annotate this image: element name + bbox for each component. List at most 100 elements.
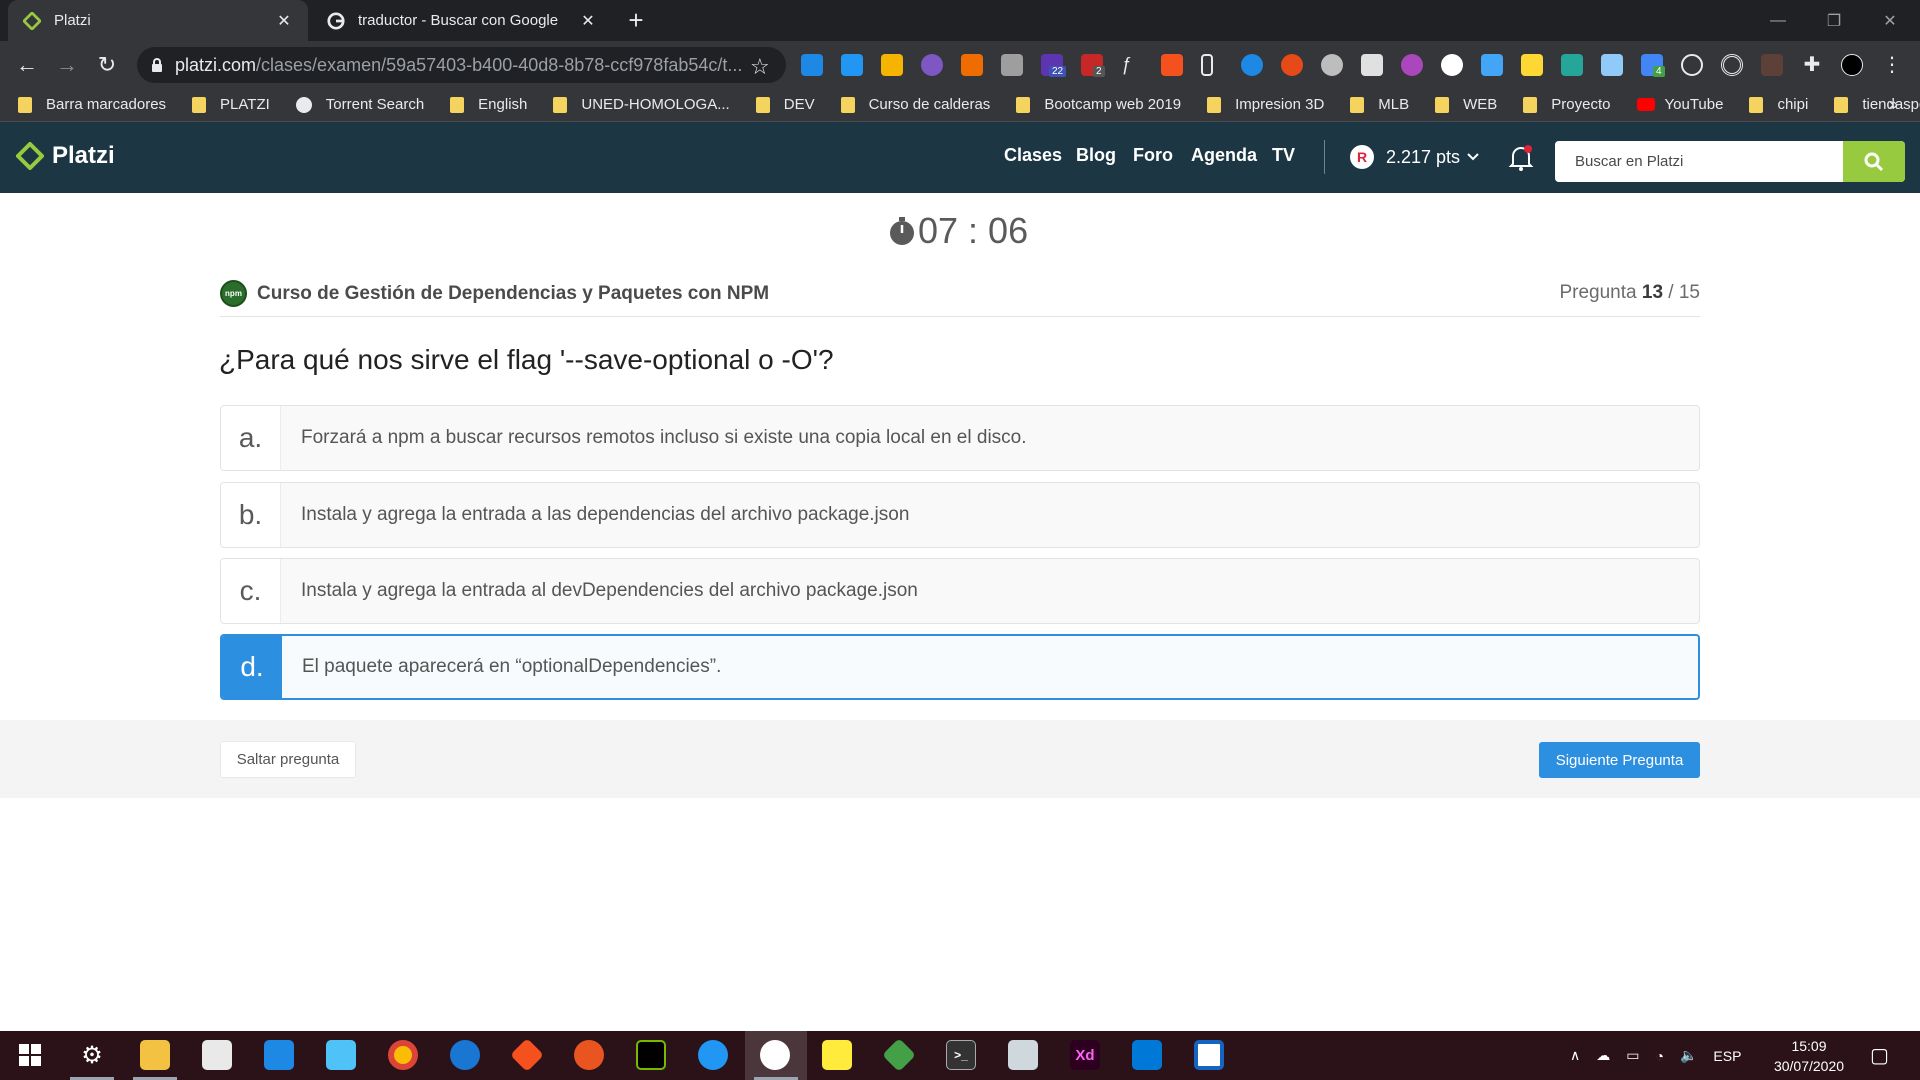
extension-icon[interactable] — [921, 54, 943, 76]
extension-icon[interactable] — [1361, 54, 1383, 76]
bookmark-barra-marcadores[interactable]: Barra marcadores — [18, 96, 166, 113]
badge-extension-icon[interactable]: 22 — [1041, 54, 1067, 77]
adblock-extension-icon[interactable]: 2 — [1081, 54, 1105, 77]
search-input[interactable] — [1555, 141, 1845, 182]
react-devtools-icon[interactable] — [1681, 54, 1703, 76]
browser-menu-icon[interactable]: ⋮ — [1881, 54, 1903, 76]
html-extension-icon[interactable] — [961, 54, 983, 76]
phone-extension-icon[interactable] — [1201, 54, 1213, 76]
volume-icon[interactable]: 🔈 — [1680, 1047, 1697, 1064]
windows-start-icon[interactable] — [15, 1040, 45, 1070]
sticky-notes-icon[interactable] — [822, 1040, 852, 1070]
nav-clases[interactable]: Clases — [1004, 145, 1062, 166]
cloud-icon[interactable]: ☁ — [1596, 1047, 1610, 1064]
bookmark-platzi[interactable]: PLATZI — [192, 96, 270, 113]
translate-extension-icon[interactable] — [1161, 54, 1183, 76]
gitkraken-icon[interactable] — [882, 1038, 916, 1072]
battery-icon[interactable]: ▭ — [1626, 1047, 1639, 1064]
media-player-icon[interactable] — [1008, 1040, 1038, 1070]
remote-desktop-icon[interactable] — [760, 1040, 790, 1070]
extension-icon[interactable] — [1281, 54, 1303, 76]
search-button[interactable] — [1843, 141, 1905, 182]
tab-platzi[interactable]: Platzi ✕ — [8, 0, 308, 41]
gear-extension-icon[interactable] — [1321, 54, 1343, 76]
close-window-icon[interactable]: ✕ — [1862, 0, 1918, 41]
answer-option-d[interactable]: d. El paquete aparecerá en “optionalDepe… — [220, 634, 1700, 700]
bookmark-bootcamp[interactable]: Bootcamp web 2019 — [1016, 96, 1181, 113]
vimeo-extension-icon[interactable] — [801, 54, 823, 76]
chrome-icon[interactable] — [388, 1040, 418, 1070]
profile-avatar[interactable] — [1841, 54, 1863, 76]
nav-blog[interactable]: Blog — [1076, 145, 1116, 166]
platzi-logo[interactable]: Platzi — [16, 142, 115, 170]
extension-icon[interactable] — [1521, 54, 1543, 76]
bookmarks-overflow-icon[interactable]: » — [1889, 96, 1898, 114]
download-extension-icon[interactable] — [841, 54, 863, 76]
address-bar[interactable]: platzi.com/clases/examen/59a57403-b400-4… — [137, 47, 786, 83]
bookmark-impresion-3d[interactable]: Impresion 3D — [1207, 96, 1324, 113]
bookmark-english[interactable]: English — [450, 96, 527, 113]
skip-question-button[interactable]: Saltar pregunta — [220, 741, 356, 778]
chevron-up-icon[interactable]: ∧ — [1570, 1047, 1580, 1064]
new-tab-button[interactable]: + — [622, 7, 650, 35]
back-icon[interactable]: ← — [11, 49, 43, 81]
adobe-xd-icon[interactable]: Xd — [1070, 1040, 1100, 1070]
bookmark-dev[interactable]: DEV — [755, 96, 815, 113]
firefox-icon[interactable] — [450, 1040, 480, 1070]
file-explorer-icon[interactable] — [140, 1040, 170, 1070]
terminal-icon[interactable]: >_ — [946, 1040, 976, 1070]
settings-icon[interactable]: ⚙ — [77, 1040, 107, 1070]
formula-extension-icon[interactable]: ƒ — [1121, 54, 1143, 76]
puzzle-extensions-icon[interactable]: ✚ — [1801, 54, 1823, 76]
bookmark-uned[interactable]: UNED-HOMOLOGA... — [553, 96, 730, 113]
nav-foro[interactable]: Foro — [1133, 145, 1173, 166]
code-extension-icon[interactable]: 4 — [1641, 54, 1665, 77]
pen-extension-icon[interactable] — [1001, 54, 1023, 76]
restore-icon[interactable]: ❐ — [1806, 0, 1862, 41]
bookmark-web[interactable]: WEB — [1435, 96, 1497, 113]
vue-devtools-icon[interactable] — [1561, 54, 1583, 76]
jw-icon[interactable] — [1194, 1040, 1224, 1070]
bookmark-star-icon[interactable]: ☆ — [750, 54, 770, 80]
notifications-icon[interactable]: ▢ — [1870, 1031, 1889, 1080]
next-question-button[interactable]: Siguiente Pregunta — [1539, 742, 1700, 778]
check-extension-icon[interactable] — [1241, 54, 1263, 76]
css-extension-icon[interactable] — [881, 54, 903, 76]
nav-tv[interactable]: TV — [1272, 145, 1295, 166]
google-translate-extension-icon[interactable] — [1481, 54, 1503, 76]
points-menu[interactable]: R 2.217 pts — [1350, 145, 1480, 169]
answer-option-a[interactable]: a. Forzará a npm a buscar recursos remot… — [220, 405, 1700, 471]
language-indicator[interactable]: ESP — [1713, 1048, 1741, 1064]
nav-agenda[interactable]: Agenda — [1191, 145, 1257, 166]
wifi-icon[interactable]: ◔ — [1655, 1048, 1663, 1064]
bookmark-mlb[interactable]: MLB — [1350, 96, 1409, 113]
ubuntu-icon[interactable] — [574, 1040, 604, 1070]
answer-option-b[interactable]: b. Instala y agrega la entrada a las dep… — [220, 482, 1700, 548]
reload-icon[interactable]: ↻ — [91, 49, 123, 81]
app-icon[interactable] — [698, 1040, 728, 1070]
extension-icon[interactable] — [1721, 54, 1743, 76]
notification-bell-icon[interactable] — [1508, 144, 1534, 172]
mail-icon[interactable] — [264, 1040, 294, 1070]
tab-close-icon[interactable]: ✕ — [578, 11, 598, 31]
nvidia-icon[interactable] — [636, 1040, 666, 1070]
control-panel-icon[interactable] — [326, 1040, 356, 1070]
taskbar-clock[interactable]: 15:09 30/07/2020 — [1766, 1036, 1852, 1076]
tab-close-icon[interactable]: ✕ — [274, 11, 294, 31]
bookmark-torrent-search[interactable]: Torrent Search — [295, 96, 424, 113]
git-icon[interactable] — [510, 1038, 544, 1072]
bookmark-chipi[interactable]: chipi — [1749, 96, 1808, 113]
bookmark-proyecto[interactable]: Proyecto — [1523, 96, 1611, 113]
extension-icon[interactable] — [1401, 54, 1423, 76]
tab-google[interactable]: traductor - Buscar con Google ✕ — [312, 0, 612, 41]
bookmark-youtube[interactable]: YouTube — [1636, 96, 1723, 113]
extension-icon[interactable] — [1441, 54, 1463, 76]
bookmark-curso-calderas[interactable]: Curso de calderas — [840, 96, 990, 113]
extension-icon[interactable] — [1601, 54, 1623, 76]
vscode-icon[interactable] — [1132, 1040, 1162, 1070]
store-icon[interactable] — [202, 1040, 232, 1070]
answer-option-c[interactable]: c. Instala y agrega la entrada al devDep… — [220, 558, 1700, 624]
minimize-icon[interactable]: — — [1750, 0, 1806, 41]
extension-icon[interactable] — [1761, 54, 1783, 76]
bookmark-tiendaspc[interactable]: tiendaspc — [1834, 96, 1920, 113]
